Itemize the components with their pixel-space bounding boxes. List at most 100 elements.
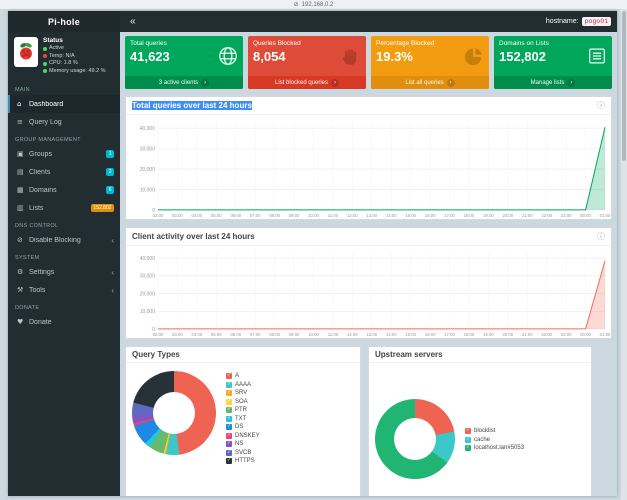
card-footer-link[interactable]: List blocked queries › xyxy=(248,76,366,89)
legend-checkbox: ✓ xyxy=(226,373,232,379)
legend-checkbox: ✓ xyxy=(226,424,232,430)
legend-item-blocklist[interactable]: ✓blocklist xyxy=(465,428,524,434)
svg-text:23:00: 23:00 xyxy=(561,332,572,337)
chevron-left-icon: ‹ xyxy=(111,268,114,277)
legend-item-aaaa[interactable]: ✓AAAA xyxy=(226,382,260,388)
sidebar-item-settings[interactable]: ⚙Settings‹ xyxy=(8,263,120,281)
chevron-left-icon: ‹ xyxy=(111,236,114,245)
chevron-left-icon: ‹ xyxy=(111,286,114,295)
sidebar-item-lists[interactable]: ▥Lists152,802 xyxy=(8,199,120,217)
legend-item-ns[interactable]: ✓NS xyxy=(226,441,260,447)
top-navbar: Pi-hole « hostname: pogo01 xyxy=(8,11,617,32)
browser-address-bar[interactable]: ⊘ 192.168.0.2 xyxy=(0,0,627,9)
legend-checkbox: ✓ xyxy=(226,399,232,405)
svg-text:10,000: 10,000 xyxy=(140,309,156,315)
hand-block-icon xyxy=(340,45,362,67)
pie-chart-icon xyxy=(463,45,485,67)
more-info-icon: › xyxy=(331,79,339,87)
legend-item-ptr[interactable]: ✓PTR xyxy=(226,407,260,413)
pihole-brand[interactable]: Pi-hole xyxy=(8,11,120,32)
svg-text:20,000: 20,000 xyxy=(140,291,156,297)
lists-badge: 152,802 xyxy=(91,204,114,212)
legend-item-cache[interactable]: ✓cache xyxy=(465,437,524,443)
svg-text:11:00: 11:00 xyxy=(328,332,339,337)
sidebar-section-label: GROUP MANAGEMENT xyxy=(8,131,120,145)
query-types-donut[interactable] xyxy=(132,371,216,455)
dashboard-icon: ⌂ xyxy=(17,100,27,108)
sidebar-item-disable-blocking[interactable]: ⊘Disable Blocking‹ xyxy=(8,231,120,249)
pihole-app: Pi-hole « hostname: pogo01 xyxy=(8,11,617,496)
svg-text:08:00: 08:00 xyxy=(269,213,280,218)
panel-title: Total queries over last 24 hours xyxy=(132,101,252,110)
page-scrollbar[interactable] xyxy=(621,9,627,500)
card-queries-blocked: Queries Blocked 8,054 List b xyxy=(248,36,366,89)
legend-item-txt[interactable]: ✓TXT xyxy=(226,416,260,422)
legend-checkbox: ✓ xyxy=(226,416,232,422)
client-activity-chart[interactable]: 010,00020,00030,00040,00002:0003:0004:00… xyxy=(126,246,611,338)
svg-text:17:00: 17:00 xyxy=(444,213,455,218)
legend-item-soa[interactable]: ✓SOA xyxy=(226,399,260,405)
svg-text:22:00: 22:00 xyxy=(541,213,552,218)
total-queries-chart[interactable]: 010,00020,00030,00040,00002:0003:0004:00… xyxy=(126,115,611,219)
main-content: Total queries 41,623 3 active clients › xyxy=(120,32,617,496)
sidebar-item-domains[interactable]: ▦Domains6 xyxy=(8,181,120,199)
card-footer-link[interactable]: List all queries › xyxy=(371,76,489,89)
scrollbar-thumb[interactable] xyxy=(622,11,626,161)
upstream-servers-legend: ✓blocklist ✓cache ✓localhost.lan#5053 xyxy=(465,426,524,451)
legend-item-localhost-lan-5053[interactable]: ✓localhost.lan#5053 xyxy=(465,445,524,451)
sidebar-item-groups[interactable]: ▣Groups1 xyxy=(8,145,120,163)
legend-item-ds[interactable]: ✓DS xyxy=(226,424,260,430)
hostname-badge: pogo01 xyxy=(582,17,611,26)
status-list: ActiveTemp: N/ACPU: 1.8 %Memory usage: 4… xyxy=(43,45,116,75)
disable-blocking-icon: ⊘ xyxy=(17,236,27,244)
svg-text:40,000: 40,000 xyxy=(140,256,156,262)
status-line: Active xyxy=(43,45,116,53)
query-log-icon: ≡ xyxy=(17,118,27,126)
legend-item-svcb[interactable]: ✓SVCB xyxy=(226,450,260,456)
svg-text:20:00: 20:00 xyxy=(502,332,513,337)
panel-title: Client activity over last 24 hours xyxy=(132,232,255,241)
status-panel: Status ActiveTemp: N/ACPU: 1.8 %Memory u… xyxy=(8,32,120,81)
info-icon[interactable]: ⓘ xyxy=(597,100,605,111)
donut-hole xyxy=(153,392,195,434)
svg-text:10,000: 10,000 xyxy=(140,187,156,193)
legend-item-dnskey[interactable]: ✓DNSKEY xyxy=(226,433,260,439)
svg-text:03:00: 03:00 xyxy=(172,332,183,337)
svg-text:16:00: 16:00 xyxy=(425,332,436,337)
bottom-row: Query Types ✓A✓AAAA✓SRV✓SOA✓PTR✓TXT✓DS✓D… xyxy=(125,345,612,496)
legend-checkbox: ✓ xyxy=(226,450,232,456)
sidebar-item-query-log[interactable]: ≡Query Log xyxy=(8,113,120,131)
svg-text:16:00: 16:00 xyxy=(425,213,436,218)
sidebar-item-clients[interactable]: ▤Clients2 xyxy=(8,163,120,181)
legend-item-srv[interactable]: ✓SRV xyxy=(226,390,260,396)
svg-text:05:00: 05:00 xyxy=(211,213,222,218)
svg-text:14:00: 14:00 xyxy=(386,332,397,337)
sidebar-section-label: DONATE xyxy=(8,299,120,313)
info-icon[interactable]: ⓘ xyxy=(597,231,605,242)
svg-text:05:00: 05:00 xyxy=(211,332,222,337)
svg-text:15:00: 15:00 xyxy=(405,332,416,337)
card-percentage-blocked: Percentage Blocked 19.3% List all querie… xyxy=(371,36,489,89)
sidebar-collapse-icon[interactable]: « xyxy=(120,11,146,32)
svg-text:18:00: 18:00 xyxy=(464,332,475,337)
card-footer-link[interactable]: 3 active clients › xyxy=(125,76,243,89)
svg-text:21:00: 21:00 xyxy=(522,332,533,337)
query-types-legend: ✓A ✓AAAA ✓SRV ✓SOA ✓PTR ✓TXT ✓DS ✓DNSKEY ✓NS ✓SVC… xyxy=(226,371,260,496)
globe-icon xyxy=(217,45,239,67)
panel-upstream-servers: Upstream servers ✓blocklist✓cache✓localh… xyxy=(368,345,592,496)
sidebar-item-dashboard[interactable]: ⌂Dashboard xyxy=(8,95,120,113)
svg-text:04:00: 04:00 xyxy=(191,213,202,218)
more-info-icon: › xyxy=(201,79,209,87)
sidebar-item-tools[interactable]: ⚒Tools‹ xyxy=(8,281,120,299)
card-footer-link[interactable]: Manage lists › xyxy=(494,76,612,89)
legend-item-a[interactable]: ✓A xyxy=(226,373,260,379)
sidebar-item-donate[interactable]: ♥Donate xyxy=(8,313,120,331)
upstream-servers-donut[interactable] xyxy=(375,399,455,479)
status-title: Status xyxy=(43,37,116,44)
lists-icon: ▥ xyxy=(17,204,27,212)
svg-text:08:00: 08:00 xyxy=(269,332,280,337)
clients-badge: 2 xyxy=(106,168,114,176)
list-icon xyxy=(586,45,608,67)
legend-item-https[interactable]: ✓HTTPS xyxy=(226,458,260,464)
svg-text:13:00: 13:00 xyxy=(366,332,377,337)
